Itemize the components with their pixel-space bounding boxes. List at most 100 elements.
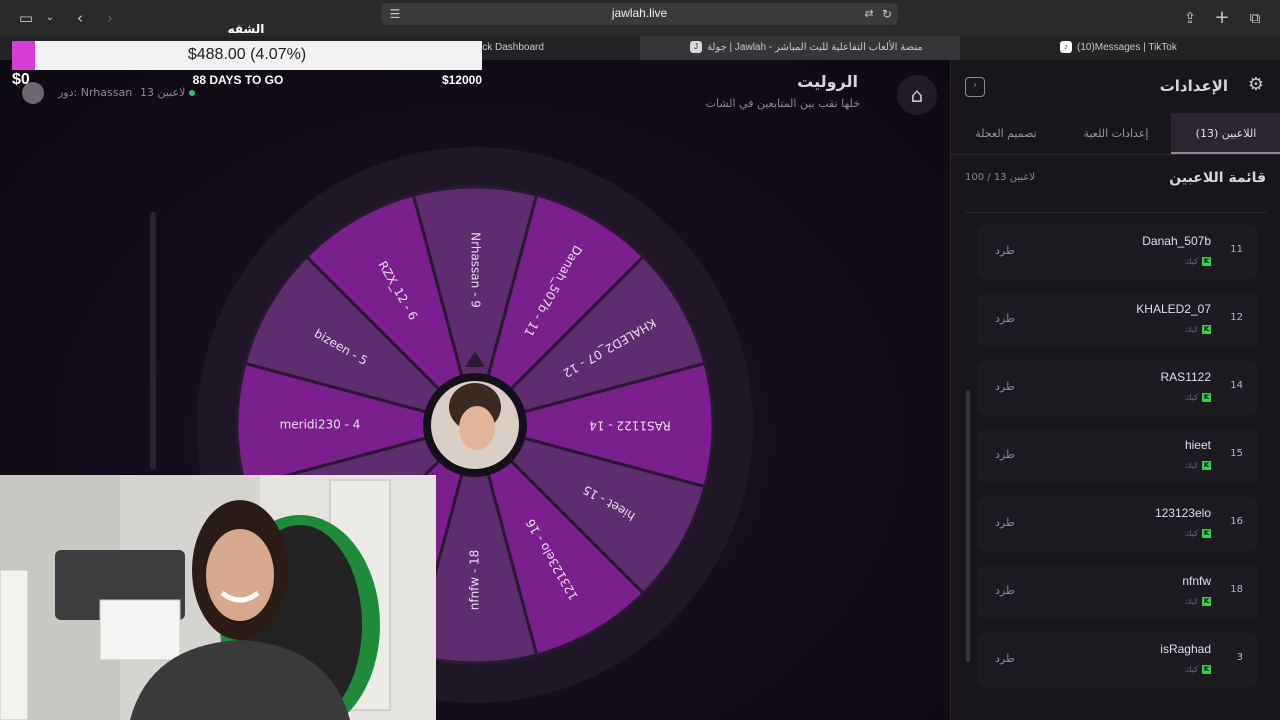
kick-platform-icon: K <box>1202 461 1211 470</box>
tab-label: ick Dashboard <box>480 42 544 53</box>
player-platform: كيك K <box>1185 665 1211 674</box>
divider <box>965 212 1267 213</box>
tab-game-settings[interactable]: إعدادات اللعبة <box>1061 113 1171 154</box>
player-number: 11 <box>1230 244 1243 255</box>
platform-label: كيك <box>1185 665 1198 674</box>
home-icon: ⌂ <box>910 83 924 107</box>
player-name: nfnfw <box>1182 574 1211 588</box>
url-text: jawlah.live <box>611 6 668 20</box>
gear-icon: ⚙ <box>1247 74 1265 95</box>
webcam-image <box>0 475 436 720</box>
players-online: 13 لاعبين <box>140 86 196 99</box>
player-number: 16 <box>1230 516 1243 527</box>
goal-days: 88 DAYS TO GO <box>192 73 284 87</box>
list-item: isRaghad 3 كيك K طرد <box>977 633 1259 687</box>
goal-title: الشقه <box>227 22 265 36</box>
list-item: RAS1122 14 كيك K طرد <box>977 361 1259 415</box>
wheel-segment-label: Nrhassan - 9 <box>469 232 483 308</box>
platform-label: كيك <box>1185 325 1198 334</box>
settings-panel: › الإعدادات ⚙ اللاعبين (13) إعدادات اللع… <box>950 60 1280 720</box>
chevron-down-icon[interactable]: ⌄ <box>40 8 60 28</box>
goal-max: $12000 <box>441 73 482 87</box>
tab-dashboard[interactable]: ick Dashboard <box>480 36 638 60</box>
back-button[interactable]: ‹ <box>70 8 90 28</box>
player-name: hieet <box>1184 438 1211 452</box>
spin-progress-rail <box>150 212 156 470</box>
player-name: Danah_507b <box>1142 234 1211 248</box>
player-number: 18 <box>1230 584 1243 595</box>
tab-jawlah[interactable]: J جولة | Jawlah - منصة الألعاب التفاعلية … <box>640 36 960 60</box>
tab-players[interactable]: اللاعبين (13) <box>1171 113 1280 154</box>
sidebar-toggle-icon[interactable]: ▭ <box>16 8 36 28</box>
player-number: 12 <box>1230 312 1243 323</box>
player-name: RAS1122 <box>1160 370 1211 384</box>
tiktok-favicon-icon: ♪ <box>1060 41 1072 54</box>
kick-platform-icon: K <box>1202 529 1211 538</box>
player-number: 14 <box>1230 380 1243 391</box>
list-item: nfnfw 18 كيك K طرد <box>977 565 1259 619</box>
online-dot-icon <box>189 90 196 96</box>
browser-toolbar: ▭ ⌄ ‹ › ☰ jawlah.live ⇄ ↻ ⇪ + ⧉ <box>0 0 1280 36</box>
platform-label: كيك <box>1185 529 1198 538</box>
kick-button[interactable]: طرد <box>995 244 1015 257</box>
kick-button[interactable]: طرد <box>995 652 1015 665</box>
players-list-count: 100 / 13 لاعبين <box>965 172 1036 183</box>
wheel-segment-label: RAS1122 - 14 <box>589 419 670 433</box>
platform-label: كيك <box>1185 597 1198 606</box>
platform-label: كيك <box>1185 257 1198 266</box>
panel-title: الإعدادات <box>1159 77 1228 95</box>
list-item: hieet 15 كيك K طرد <box>977 429 1259 483</box>
player-name: 123123elo <box>1154 506 1211 520</box>
collapse-panel-icon[interactable]: › <box>965 77 985 97</box>
goal-amount: $488.00 (4.07%) <box>187 46 307 63</box>
jawlah-favicon-icon: J <box>690 41 702 54</box>
player-number: 15 <box>1230 448 1243 459</box>
kick-platform-icon: K <box>1202 597 1211 606</box>
list-item: KHALED2_07 12 كيك K طرد <box>977 293 1259 347</box>
reload-icon[interactable]: ↻ <box>877 4 897 24</box>
game-title: الروليت <box>797 72 858 91</box>
player-platform: كيك K <box>1185 257 1211 266</box>
forward-button[interactable]: › <box>100 8 120 28</box>
player-platform: كيك K <box>1185 325 1211 334</box>
home-button[interactable]: ⌂ <box>897 75 937 115</box>
tab-overview-icon[interactable]: ⧉ <box>1245 8 1265 28</box>
player-name: isRaghad <box>1160 642 1211 656</box>
game-subtitle: خلها تقب بين المتابعين في الشات <box>705 97 860 110</box>
kick-platform-icon: K <box>1202 393 1211 402</box>
player-number: 3 <box>1236 652 1243 663</box>
wheel-segment-label: nfnfw - 18 <box>468 550 482 611</box>
panel-tabs: اللاعبين (13) إعدادات اللعبة تصميم العجل… <box>951 113 1280 155</box>
scrollbar[interactable] <box>966 390 970 662</box>
player-platform: كيك K <box>1185 461 1211 470</box>
turn-info: دور: Nrhassan <box>58 86 133 99</box>
kick-button[interactable]: طرد <box>995 380 1015 393</box>
tab-label: جولة | Jawlah - منصة الألعاب التفاعلية ل… <box>707 42 923 53</box>
share-icon[interactable]: ⇪ <box>1180 8 1200 28</box>
new-tab-icon[interactable]: + <box>1212 8 1232 28</box>
kick-button[interactable]: طرد <box>995 584 1015 597</box>
player-platform: كيك K <box>1185 393 1211 402</box>
platform-label: كيك <box>1185 461 1198 470</box>
player-platform: كيك K <box>1185 597 1211 606</box>
tab-wheel-design[interactable]: تصميم العجلة <box>951 113 1061 154</box>
players-online-text: 13 لاعبين <box>140 86 186 99</box>
list-item: Danah_507b 11 كيك K طرد <box>977 225 1259 279</box>
center-face <box>459 406 495 450</box>
wheel-segment-label: meridi230 - 4 <box>280 418 361 432</box>
webcam-feed <box>0 475 436 720</box>
kick-platform-icon: K <box>1202 257 1211 266</box>
goal-progress-bar: $488.00 (4.07%) <box>12 41 482 70</box>
screen: ▭ ⌄ ‹ › ☰ jawlah.live ⇄ ↻ ⇪ + ⧉ ick Dash… <box>0 0 1280 720</box>
kick-button[interactable]: طرد <box>995 448 1015 461</box>
kick-platform-icon: K <box>1202 665 1211 674</box>
tab-tiktok[interactable]: ♪ (10)Messages | TikTok <box>1060 36 1270 60</box>
tab-label: (10)Messages | TikTok <box>1077 42 1177 53</box>
kick-button[interactable]: طرد <box>995 516 1015 529</box>
player-platform: كيك K <box>1185 529 1211 538</box>
kick-platform-icon: K <box>1202 325 1211 334</box>
address-bar[interactable]: ☰ jawlah.live ⇄ ↻ <box>381 3 898 25</box>
translate-icon[interactable]: ⇄ <box>859 4 879 24</box>
kick-button[interactable]: طرد <box>995 312 1015 325</box>
players-list-title: قائمة اللاعبين <box>1169 170 1266 186</box>
